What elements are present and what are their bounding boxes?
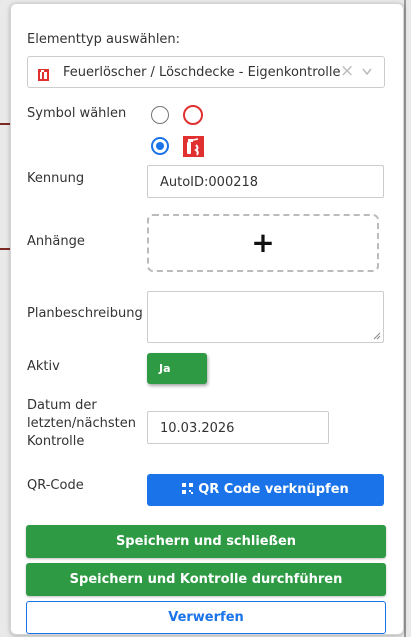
active-label: Aktiv: [27, 359, 60, 374]
plan-description-label: Planbeschreibung: [27, 306, 143, 321]
symbol-radio-extinguisher[interactable]: [151, 137, 169, 155]
save-control-button[interactable]: Speichern und Kontrolle durchführen: [26, 563, 386, 596]
plan-description-textarea[interactable]: [147, 291, 384, 343]
chevron-down-icon[interactable]: [362, 68, 372, 76]
plus-icon: +: [251, 225, 275, 259]
discard-button[interactable]: Verwerfen: [26, 601, 386, 634]
active-toggle-label: Ja: [159, 362, 171, 375]
element-dialog: Elementtyp auswählen: Feuerlöscher / Lös…: [10, 3, 404, 635]
symbol-label: Symbol wählen: [27, 106, 127, 121]
active-toggle[interactable]: Ja: [147, 353, 207, 384]
kennung-input[interactable]: AutoID:000218: [147, 165, 384, 198]
kennung-label: Kennung: [27, 171, 85, 186]
background-plan-line: [404, 0, 406, 637]
date-label-line1: Datum der: [27, 398, 97, 413]
red-circle-icon: [183, 105, 203, 125]
resize-grip-icon[interactable]: [373, 332, 381, 340]
date-label-line2: letzten/nächsten: [27, 416, 136, 431]
qr-label: QR-Code: [27, 478, 84, 493]
attachments-label: Anhänge: [27, 234, 85, 249]
qr-link-button-label: QR Code verknüpfen: [198, 482, 349, 497]
save-close-button[interactable]: Speichern und schließen: [26, 525, 386, 558]
date-input[interactable]: 10.03.2026: [147, 411, 329, 444]
background-plan-line: [0, 123, 10, 125]
qr-code-icon: [182, 482, 194, 494]
element-type-value: Feuerlöscher / Löschdecke - Eigenkontrol…: [63, 65, 341, 80]
date-label-line3: Kontrolle: [27, 434, 85, 449]
qr-link-button[interactable]: QR Code verknüpfen: [147, 474, 384, 506]
fire-extinguisher-icon: [38, 69, 49, 81]
symbol-radio-circle[interactable]: [151, 106, 169, 124]
fire-extinguisher-icon: [183, 136, 204, 157]
element-type-label: Elementtyp auswählen:: [27, 32, 181, 47]
background-plan-line: [0, 248, 10, 250]
close-icon[interactable]: ×: [340, 61, 354, 81]
attachment-dropzone[interactable]: +: [147, 214, 379, 272]
element-type-select[interactable]: Feuerlöscher / Löschdecke - Eigenkontrol…: [27, 56, 385, 88]
